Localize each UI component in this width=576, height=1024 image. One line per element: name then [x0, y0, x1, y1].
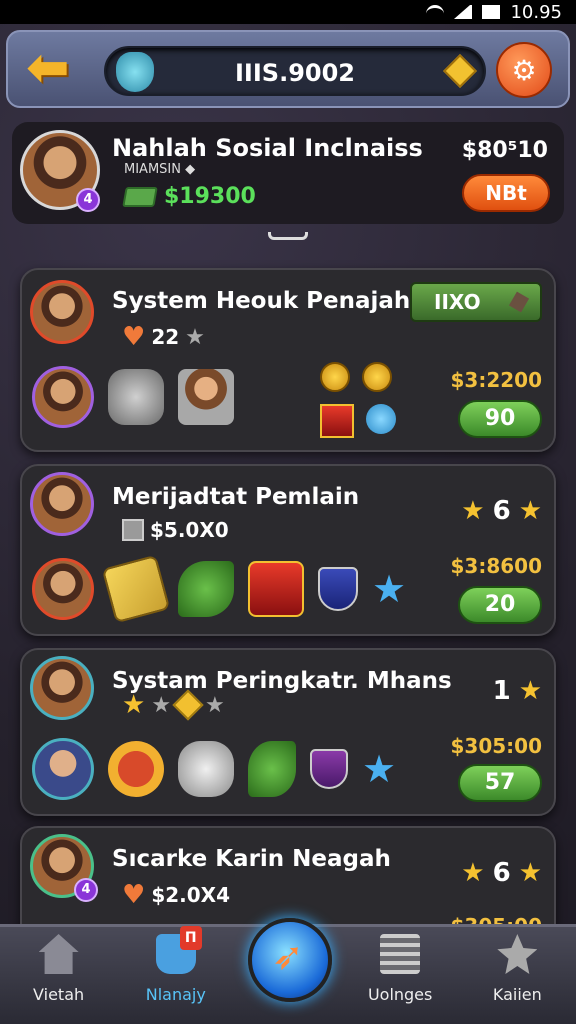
star-icon: ★	[151, 692, 172, 718]
star-icon: ★	[518, 858, 542, 888]
card-price: $3:8600	[450, 554, 543, 578]
card-action-button[interactable]: 90	[458, 400, 542, 438]
shield-item-icon	[310, 749, 348, 789]
card-title: System Heouk Penajah	[112, 288, 411, 314]
tag-button[interactable]: IIXO	[410, 282, 542, 322]
shield-item-icon	[318, 567, 358, 611]
nav-item-lounges[interactable]: Uolnges	[350, 932, 450, 1004]
item-row: ★	[32, 554, 407, 624]
card-title: Merijadtat Pemlain	[112, 484, 360, 510]
trophy-icon	[497, 934, 538, 974]
card-avatar	[30, 656, 94, 720]
card-rating: ★ 6 ★	[461, 496, 542, 526]
battery-icon	[482, 5, 501, 19]
agent-avatar	[32, 738, 94, 800]
robot-item-icon	[108, 369, 164, 425]
back-arrow-button[interactable]: ⬅	[26, 42, 74, 96]
king-avatar	[32, 558, 94, 620]
player-name: Nahlah Sosial Inclnaiss	[112, 134, 423, 162]
card-avatar	[30, 280, 94, 344]
house-icon	[38, 934, 79, 974]
level-badge: 4	[74, 878, 98, 902]
player-balance: $80⁵10	[461, 138, 548, 163]
drag-handle[interactable]	[268, 232, 308, 240]
character-item-icon	[178, 369, 234, 425]
settings-button[interactable]: ⚙	[496, 42, 552, 98]
card-price: $3:2200	[450, 368, 543, 392]
star-icon: ★	[185, 324, 205, 350]
star-icon: ★	[461, 858, 485, 888]
leaf-item-icon	[248, 741, 296, 797]
currency-pill[interactable]: IIIS.9002	[104, 46, 486, 96]
blue-star-icon: ★	[362, 747, 397, 791]
star-icon: ★	[461, 496, 485, 526]
center-action-button[interactable]	[248, 918, 332, 1002]
blue-star-coin-icon	[366, 404, 396, 434]
card-stat: $5.0X0	[122, 518, 229, 542]
top-bar: ⬅ IIIS.9002 ⚙	[6, 30, 570, 108]
reward-icons	[320, 362, 400, 438]
list-item[interactable]: Merijadtat Pemlain $5.0X0 ★ 6 ★ ★ $3:860…	[20, 464, 556, 636]
header-title: IIIS.9002	[235, 59, 355, 87]
nav-label: Vietah	[33, 985, 85, 1004]
clock: 10.95	[510, 1, 562, 23]
cash-icon	[122, 186, 158, 207]
card-price: $305:00	[450, 734, 543, 758]
coin-icon	[320, 362, 350, 392]
profile-action-button[interactable]: NBt	[462, 174, 550, 212]
nav-label: Uolnges	[367, 985, 433, 1004]
cube-icon	[122, 519, 144, 541]
wrench-icon: ⚙	[511, 53, 537, 87]
coin-icon	[362, 362, 392, 392]
star-icon: ★	[518, 496, 542, 526]
card-action-button[interactable]: 20	[458, 586, 542, 624]
nav-item-ranking[interactable]: Kaiien	[467, 932, 567, 1004]
card-action-button[interactable]: 57	[458, 764, 542, 802]
nav-label: Nlanajy	[145, 985, 206, 1004]
card-stat: ♥ 22 ★	[122, 322, 205, 352]
card-rating: ★ 6 ★	[461, 858, 542, 888]
hooded-avatar	[32, 366, 94, 428]
card-title: Sıcarke Karin Neagah	[112, 846, 391, 872]
item-row: ★	[32, 738, 396, 800]
notification-badge: П	[179, 926, 202, 950]
nav-item-manage[interactable]: П Nlanajy	[126, 926, 226, 1004]
item-row	[32, 366, 234, 428]
cheese-item-icon	[101, 554, 171, 624]
gift-icon	[320, 404, 354, 438]
card-stat: ★ ★ ★	[122, 689, 225, 721]
level-badge: 4	[76, 188, 100, 212]
gem-icon	[508, 291, 530, 313]
list-icon	[380, 934, 421, 974]
player-money: $19300	[122, 184, 256, 209]
gear-item-icon	[178, 741, 234, 797]
nav-label: Kaiien	[492, 985, 542, 1004]
medal-item-icon	[108, 741, 164, 797]
signal-icon	[454, 5, 473, 19]
heart-icon: ♥	[122, 880, 146, 910]
nav-item-home[interactable]: Vietah	[9, 932, 109, 1004]
blue-star-icon: ★	[372, 567, 407, 611]
card-rating: 1 ★	[492, 676, 542, 706]
list-item[interactable]: Systam Peringkatr. Mhans ★ ★ ★ 1 ★ ★ $30…	[20, 648, 556, 816]
star-icon: ★	[518, 676, 542, 706]
gift-item-icon	[248, 561, 304, 617]
player-subtitle: MIAMSIN ◆	[124, 162, 196, 177]
card-stat: ♥ $2.0X4	[122, 880, 230, 910]
gem-icon	[172, 689, 204, 721]
heart-icon: ♥	[122, 322, 146, 352]
wifi-icon	[426, 5, 445, 19]
leaf-item-icon	[178, 561, 234, 617]
list-item[interactable]: System Heouk Penajah ♥ 22 ★ IIXO $3:2200…	[20, 268, 556, 452]
star-icon: ★	[205, 692, 225, 718]
player-profile: 4 Nahlah Sosial Inclnaiss MIAMSIN ◆ $193…	[12, 122, 564, 224]
star-icon: ★	[122, 690, 146, 720]
card-avatar	[30, 472, 94, 536]
status-bar: 10.95	[0, 0, 576, 24]
